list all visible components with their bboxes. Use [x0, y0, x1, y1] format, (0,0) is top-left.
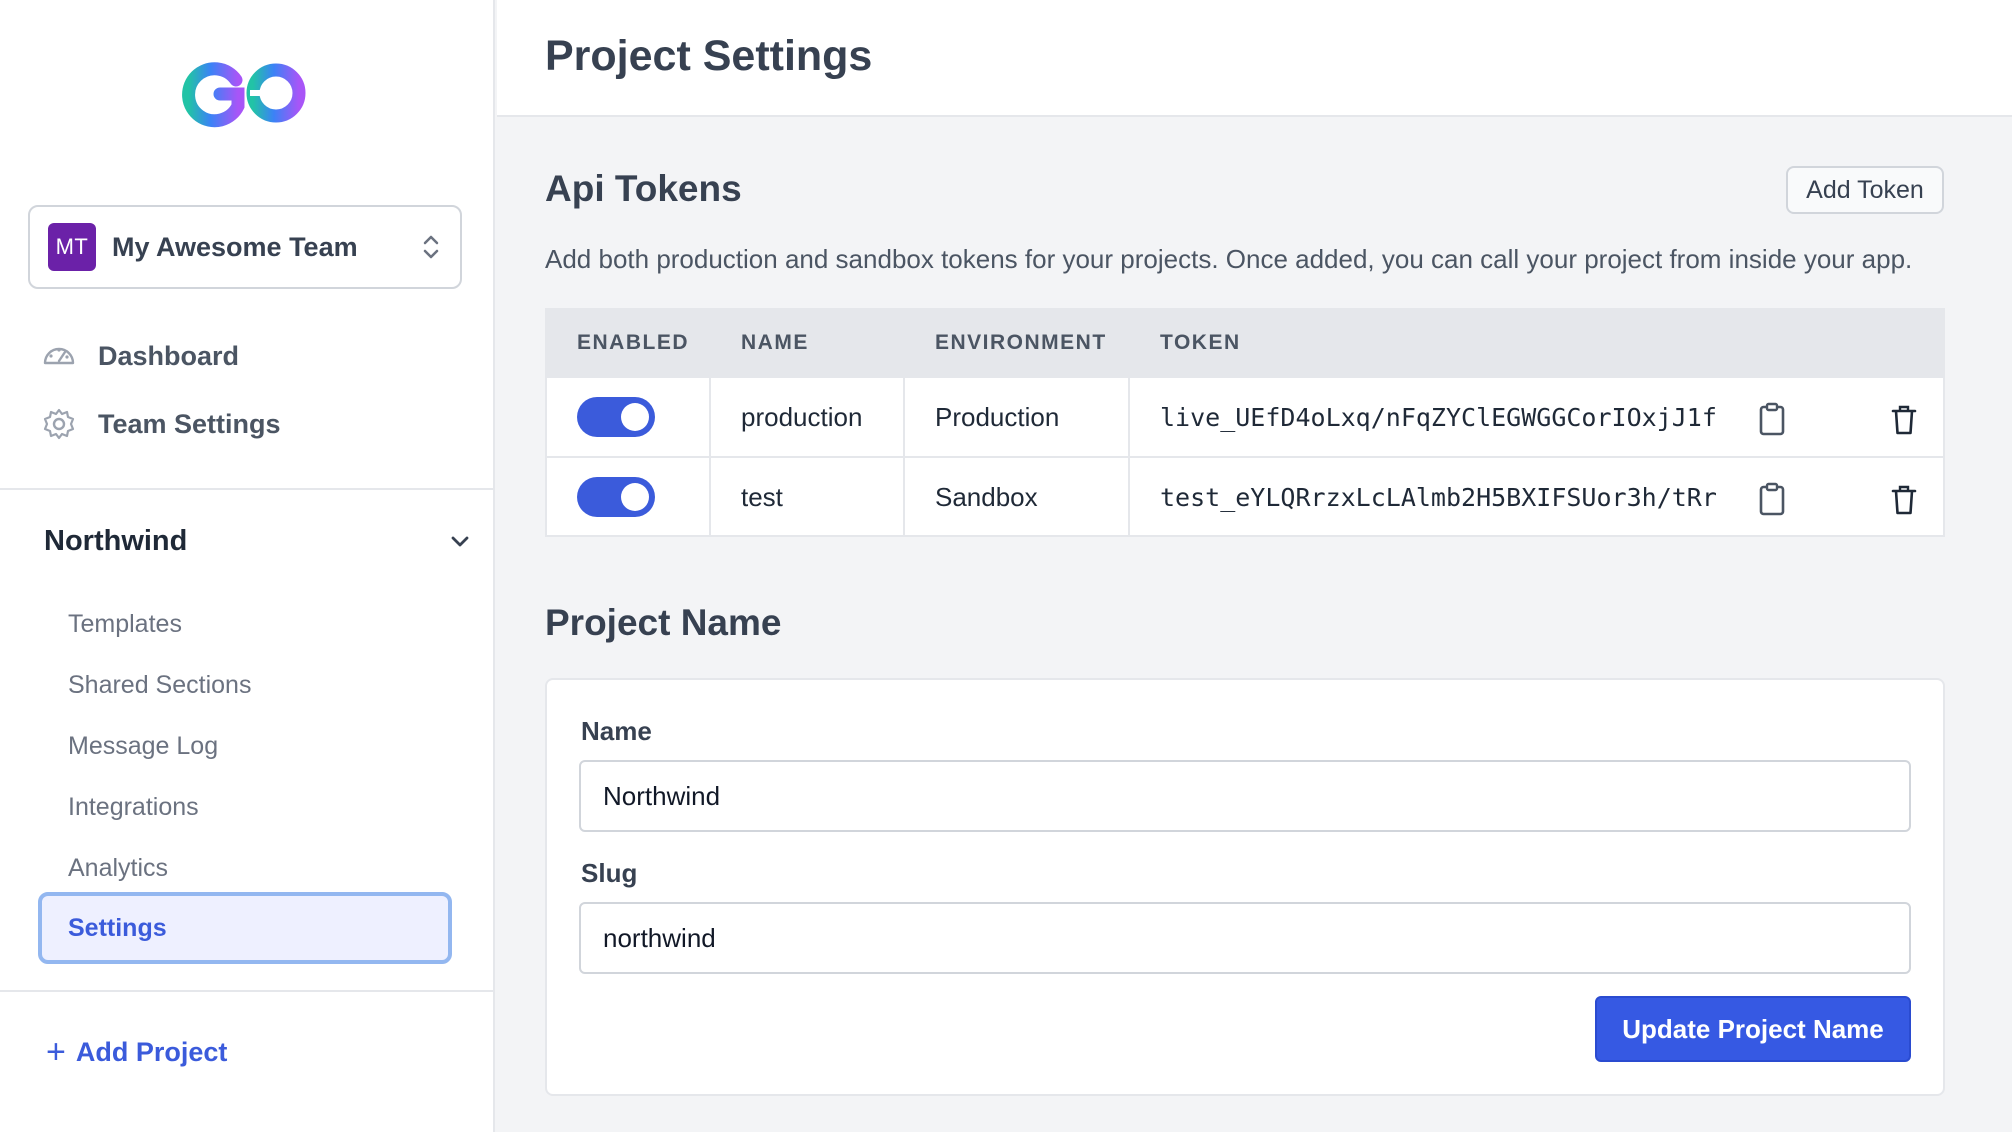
sidebar-item-shared-sections[interactable]: Shared Sections: [68, 665, 251, 705]
sidebar-item-settings[interactable]: Settings: [38, 892, 452, 964]
tokens-table: ENABLED NAME ENVIRONMENT TOKEN productio…: [545, 308, 1945, 537]
team-selector[interactable]: MT My Awesome Team: [28, 205, 462, 289]
column-header-enabled: ENABLED: [577, 331, 690, 354]
api-tokens-title: Api Tokens: [545, 168, 742, 209]
token-name: production: [711, 378, 905, 456]
dashboard-gauge-icon: [43, 347, 75, 365]
project-name-input[interactable]: [579, 760, 1911, 832]
token-environment: Production: [905, 378, 1130, 456]
update-project-name-button[interactable]: Update Project Name: [1595, 996, 1911, 1062]
table-row: production Production live_UEfD4oLxq/nFq…: [547, 376, 1943, 456]
nav-label-team-settings: Team Settings: [98, 408, 281, 439]
token-name: test: [711, 458, 905, 536]
team-name: My Awesome Team: [112, 231, 358, 262]
sidebar: MT My Awesome Team Dashboard Team Settin…: [0, 0, 495, 1132]
sidebar-item-templates[interactable]: Templates: [68, 604, 182, 644]
sidebar-divider-bottom: [0, 990, 495, 992]
sidebar-item-integrations[interactable]: Integrations: [68, 787, 199, 827]
token-value: test_eYLQRrzxLcLAlmb2H5BXIFSUor3h/tRr: [1160, 482, 1717, 512]
column-header-environment: ENVIRONMENT: [935, 331, 1107, 354]
plus-icon: +: [46, 1033, 66, 1071]
gear-icon: [43, 408, 75, 440]
trash-icon[interactable]: [1890, 484, 1918, 516]
sidebar-item-analytics[interactable]: Analytics: [68, 848, 168, 888]
project-name-form: Name Slug Update Project Name: [545, 678, 1945, 1096]
app-logo[interactable]: [180, 58, 310, 128]
table-header: ENABLED NAME ENVIRONMENT TOKEN: [547, 310, 1943, 376]
add-project-button[interactable]: + Add Project: [46, 1030, 227, 1074]
project-name-title: Project Name: [545, 602, 782, 643]
column-header-token: TOKEN: [1160, 331, 1241, 354]
sidebar-divider: [0, 488, 495, 490]
page-header: Project Settings: [497, 0, 2012, 117]
page-title: Project Settings: [545, 32, 873, 80]
enabled-toggle[interactable]: [577, 397, 655, 437]
name-field-label: Name: [581, 716, 652, 746]
add-project-label: Add Project: [75, 1036, 228, 1067]
sidebar-item-message-log[interactable]: Message Log: [68, 726, 218, 766]
project-slug-input[interactable]: [579, 902, 1911, 974]
team-avatar: MT: [48, 223, 96, 271]
chevron-down-icon: [451, 536, 469, 547]
table-row: test Sandbox test_eYLQRrzxLcLAlmb2H5BXIF…: [547, 456, 1943, 536]
token-value: live_UEfD4oLxq/nFqZYClEGWGGCorIOxjJ1f: [1160, 402, 1717, 432]
project-name-label: Northwind: [44, 524, 188, 557]
column-header-name: NAME: [741, 331, 809, 354]
nav-item-team-settings[interactable]: Team Settings: [42, 400, 281, 448]
chevron-up-down-icon: [423, 235, 439, 259]
nav-label-dashboard: Dashboard: [98, 340, 240, 371]
slug-field-label: Slug: [581, 858, 638, 888]
api-tokens-description: Add both production and sandbox tokens f…: [545, 244, 1913, 274]
token-environment: Sandbox: [905, 458, 1130, 536]
copy-clipboard-icon[interactable]: [1758, 402, 1786, 436]
add-token-button[interactable]: Add Token: [1786, 166, 1944, 214]
trash-icon[interactable]: [1890, 404, 1918, 436]
nav-item-dashboard[interactable]: Dashboard: [42, 332, 239, 380]
project-switcher[interactable]: Northwind: [44, 518, 472, 564]
copy-clipboard-icon[interactable]: [1758, 482, 1786, 516]
enabled-toggle[interactable]: [577, 477, 655, 517]
